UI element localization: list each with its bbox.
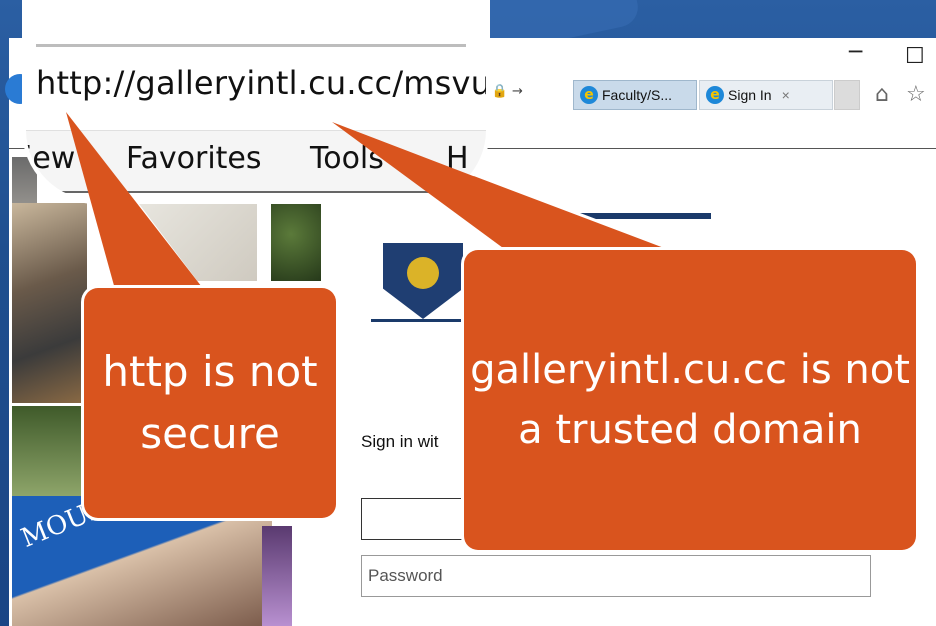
menu-item-help[interactable]: H [446, 141, 469, 176]
menu-item-favorites[interactable]: Favorites [126, 141, 262, 176]
magnified-address-bar: http://galleryintl.cu.cc/msvu iew Favori… [26, 0, 486, 200]
menu-bar: iew Favorites Tools H [26, 130, 486, 193]
callout-untrusted-domain: galleryintl.cu.cc is not a trusted domai… [464, 250, 916, 550]
magnifier-rule [36, 44, 466, 47]
menu-item-view[interactable]: iew [26, 141, 75, 176]
menu-item-tools[interactable]: Tools [310, 141, 384, 176]
callout-http-not-secure: http is not secure [84, 288, 336, 518]
address-bar-url[interactable]: http://galleryintl.cu.cc/msvu [36, 64, 486, 102]
